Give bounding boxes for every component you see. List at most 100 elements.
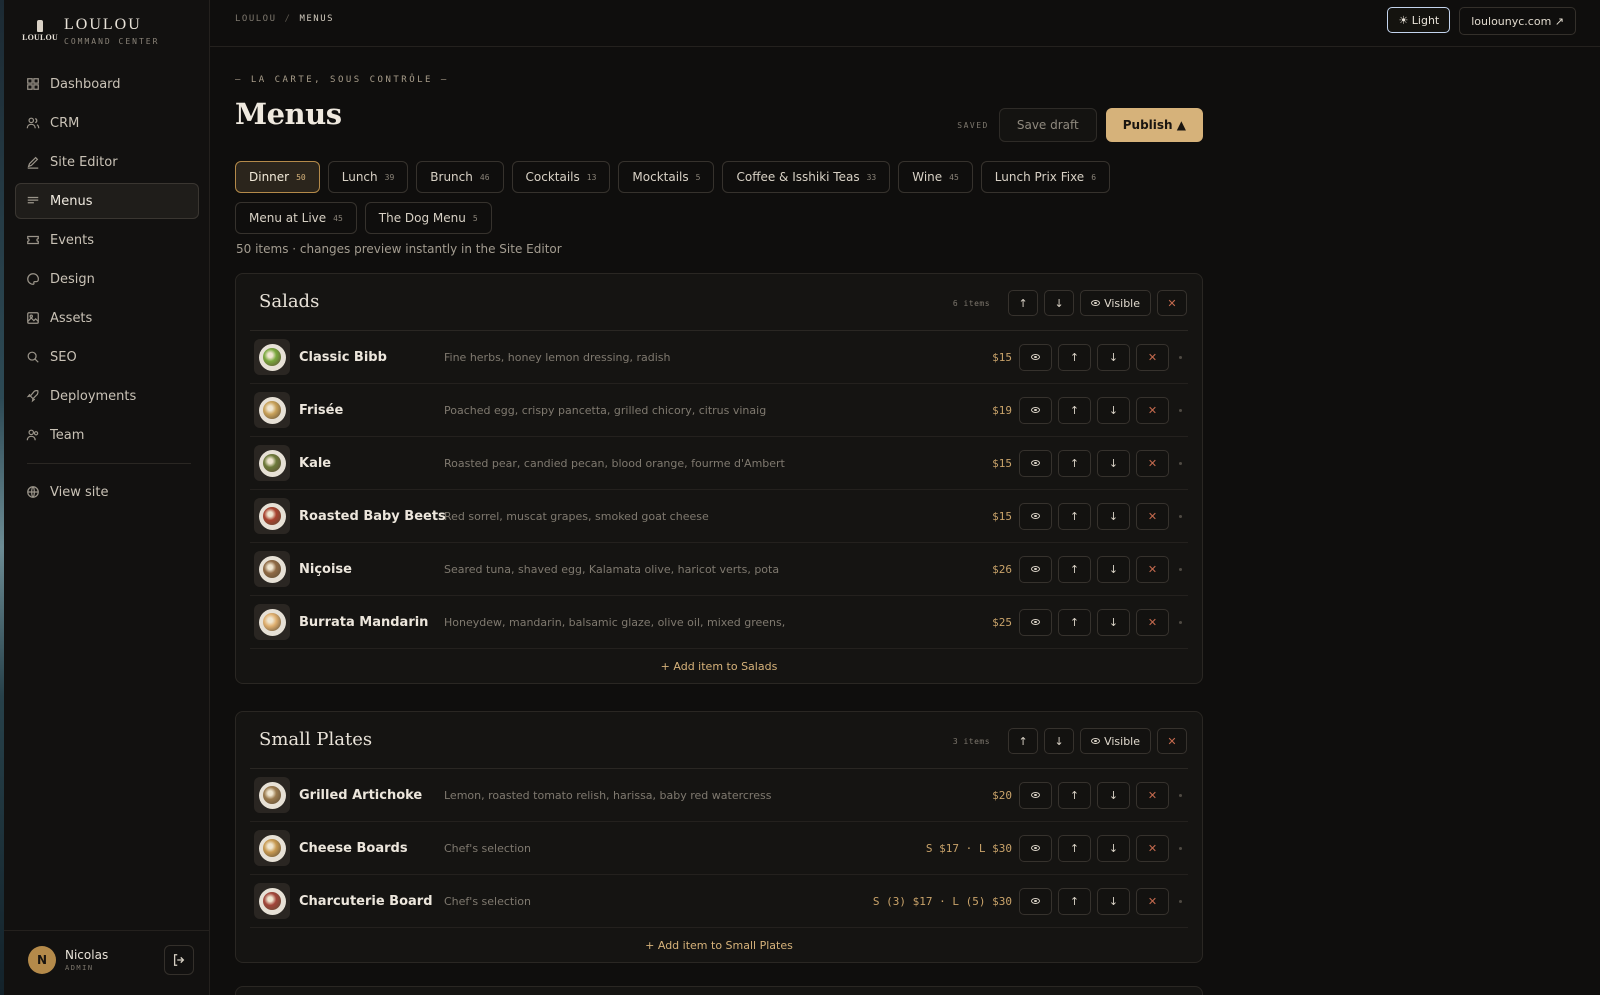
item-visibility-toggle[interactable] (1019, 396, 1052, 424)
item-price[interactable]: S (3) $17 · L (5) $30 (873, 895, 1012, 908)
item-visibility-toggle[interactable] (1019, 502, 1052, 530)
sidebar-item-events[interactable]: Events (15, 222, 199, 258)
item-description[interactable]: Poached egg, crispy pancetta, grilled ch… (444, 404, 766, 417)
sidebar-item-menus[interactable]: Menus (15, 183, 199, 219)
item-name[interactable]: Roasted Baby Beets (299, 509, 446, 524)
move-section-up-button[interactable]: ↑ (1008, 290, 1039, 316)
sidebar-item-assets[interactable]: Assets (15, 300, 199, 336)
move-item-up-button[interactable]: ↑ (1058, 502, 1091, 530)
save-draft-button[interactable]: Save draft (998, 108, 1097, 142)
item-name[interactable]: Burrata Mandarin (299, 615, 428, 630)
section-visibility-toggle[interactable]: Visible (1080, 290, 1151, 316)
move-section-up-button[interactable]: ↑ (1008, 728, 1039, 754)
sidebar-item-site-editor[interactable]: Site Editor (15, 144, 199, 180)
move-item-down-button[interactable]: ↓ (1097, 449, 1130, 477)
move-item-down-button[interactable]: ↓ (1097, 887, 1130, 915)
item-visibility-toggle[interactable] (1019, 555, 1052, 583)
sidebar-item-design[interactable]: Design (15, 261, 199, 297)
drag-handle-icon[interactable] (1179, 355, 1182, 359)
item-description[interactable]: Red sorrel, muscat grapes, smoked goat c… (444, 510, 709, 523)
item-name[interactable]: Charcuterie Board (299, 894, 433, 909)
item-name[interactable]: Niçoise (299, 562, 352, 577)
delete-section-button[interactable]: ✕ (1157, 728, 1187, 754)
item-thumbnail[interactable] (254, 777, 290, 813)
move-item-up-button[interactable]: ↑ (1058, 343, 1091, 371)
section-title[interactable]: Small Plates (259, 729, 372, 750)
brand[interactable]: LOULOU LOULOU COMMAND CENTER (22, 14, 159, 48)
item-visibility-toggle[interactable] (1019, 834, 1052, 862)
item-description[interactable]: Chef's selection (444, 842, 531, 855)
tab-lunch-prix-fixe[interactable]: Lunch Prix Fixe 6 (980, 161, 1111, 193)
menu-item-row[interactable]: Cheese Boards Chef's selection S $17 · L $… (250, 822, 1188, 875)
delete-item-button[interactable]: ✕ (1136, 502, 1169, 530)
item-name[interactable]: Cheese Boards (299, 841, 408, 856)
item-thumbnail[interactable] (254, 445, 290, 481)
drag-handle-icon[interactable] (1179, 620, 1182, 624)
sidebar-item-deployments[interactable]: Deployments (15, 378, 199, 414)
menu-item-row[interactable]: Burrata Mandarin Honeydew, mandarin, bals… (250, 596, 1188, 649)
move-item-up-button[interactable]: ↑ (1058, 781, 1091, 809)
breadcrumb-root[interactable]: LOULOU (235, 14, 277, 24)
item-visibility-toggle[interactable] (1019, 887, 1052, 915)
delete-item-button[interactable]: ✕ (1136, 781, 1169, 809)
move-item-up-button[interactable]: ↑ (1058, 555, 1091, 583)
item-price[interactable]: $15 (992, 351, 1012, 364)
menu-item-row[interactable]: Charcuterie Board Chef's selection S (3) $… (250, 875, 1188, 928)
drag-handle-icon[interactable] (1179, 567, 1182, 571)
item-description[interactable]: Roasted pear, candied pecan, blood orang… (444, 457, 785, 470)
tab-the-dog-menu[interactable]: The Dog Menu 5 (364, 202, 492, 234)
item-description[interactable]: Fine herbs, honey lemon dressing, radish (444, 351, 670, 364)
delete-item-button[interactable]: ✕ (1136, 834, 1169, 862)
add-item-button[interactable]: + Add item to Salads (250, 649, 1188, 683)
section-visibility-toggle[interactable]: Visible (1080, 728, 1151, 754)
sidebar-item-view-site[interactable]: View site (15, 474, 199, 510)
item-price[interactable]: $25 (992, 616, 1012, 629)
item-price[interactable]: $15 (992, 457, 1012, 470)
item-thumbnail[interactable] (254, 498, 290, 534)
move-item-up-button[interactable]: ↑ (1058, 887, 1091, 915)
tab-wine[interactable]: Wine 45 (898, 161, 973, 193)
item-thumbnail[interactable] (254, 339, 290, 375)
item-name[interactable]: Frisée (299, 403, 343, 418)
drag-handle-icon[interactable] (1179, 899, 1182, 903)
item-price[interactable]: $20 (992, 789, 1012, 802)
drag-handle-icon[interactable] (1179, 408, 1182, 412)
delete-item-button[interactable]: ✕ (1136, 449, 1169, 477)
item-description[interactable]: Chef's selection (444, 895, 531, 908)
item-description[interactable]: Seared tuna, shaved egg, Kalamata olive,… (444, 563, 779, 576)
sidebar-item-dashboard[interactable]: Dashboard (15, 66, 199, 102)
tab-cocktails[interactable]: Cocktails 13 (511, 161, 611, 193)
move-item-down-button[interactable]: ↓ (1097, 781, 1130, 809)
drag-handle-icon[interactable] (1179, 846, 1182, 850)
item-thumbnail[interactable] (254, 830, 290, 866)
item-name[interactable]: Grilled Artichoke (299, 788, 422, 803)
add-item-button[interactable]: + Add item to Small Plates (250, 928, 1188, 962)
move-item-up-button[interactable]: ↑ (1058, 608, 1091, 636)
move-section-down-button[interactable]: ↓ (1044, 728, 1075, 754)
item-name[interactable]: Kale (299, 456, 331, 471)
logout-button[interactable] (164, 945, 194, 975)
tab-mocktails[interactable]: Mocktails 5 (618, 161, 715, 193)
item-price[interactable]: S $17 · L $30 (926, 842, 1012, 855)
avatar[interactable]: N (28, 946, 56, 974)
move-item-down-button[interactable]: ↓ (1097, 396, 1130, 424)
tab-lunch[interactable]: Lunch 39 (327, 161, 409, 193)
tab-dinner[interactable]: Dinner 50 (235, 161, 320, 193)
menu-item-row[interactable]: Roasted Baby Beets Red sorrel, muscat gra… (250, 490, 1188, 543)
theme-toggle-button[interactable]: ☀ Light (1387, 7, 1451, 33)
drag-handle-icon[interactable] (1179, 461, 1182, 465)
move-item-down-button[interactable]: ↓ (1097, 343, 1130, 371)
move-item-down-button[interactable]: ↓ (1097, 555, 1130, 583)
view-site-link[interactable]: loulounyc.com ↗ (1459, 7, 1576, 35)
move-item-up-button[interactable]: ↑ (1058, 396, 1091, 424)
delete-item-button[interactable]: ✕ (1136, 396, 1169, 424)
delete-item-button[interactable]: ✕ (1136, 887, 1169, 915)
item-thumbnail[interactable] (254, 551, 290, 587)
publish-button[interactable]: Publish ▲ (1105, 108, 1203, 142)
item-description[interactable]: Lemon, roasted tomato relish, harissa, b… (444, 789, 771, 802)
item-thumbnail[interactable] (254, 604, 290, 640)
menu-item-row[interactable]: Frisée Poached egg, crispy pancetta, gril… (250, 384, 1188, 437)
item-visibility-toggle[interactable] (1019, 343, 1052, 371)
delete-item-button[interactable]: ✕ (1136, 608, 1169, 636)
tab-menu-at-live[interactable]: Menu at Live 45 (235, 202, 357, 234)
